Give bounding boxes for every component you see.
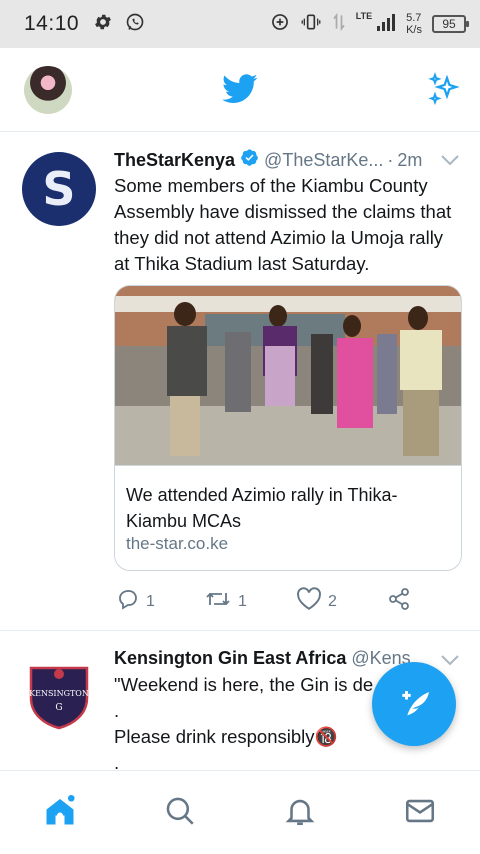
heart-icon xyxy=(296,587,322,616)
search-icon xyxy=(163,794,197,833)
compose-feather-icon xyxy=(394,682,434,727)
retweet-icon xyxy=(204,587,232,616)
network-type: LTE xyxy=(355,11,373,21)
compose-tweet-button[interactable] xyxy=(372,662,456,746)
tweet-author-name[interactable]: TheStarKenya xyxy=(114,150,235,171)
nav-home[interactable] xyxy=(40,793,80,833)
avatar-brand-text: KENSINGTON xyxy=(29,689,89,698)
tweet[interactable]: S TheStarKenya @TheStarKe... · 2m Some m… xyxy=(0,133,480,631)
data-transfer-icon xyxy=(332,12,346,37)
verified-badge-icon xyxy=(240,148,259,172)
retweet-button[interactable]: 1 xyxy=(204,587,247,616)
profile-avatar[interactable] xyxy=(24,66,72,114)
settings-gear-icon xyxy=(93,12,113,37)
tweet-actions: 1 1 2 xyxy=(116,587,436,615)
share-button[interactable] xyxy=(386,587,412,616)
tweet-author-avatar[interactable]: KENSINGTON G xyxy=(22,658,96,732)
reply-count: 1 xyxy=(146,592,155,610)
battery-icon: 95 xyxy=(432,15,469,33)
like-button[interactable]: 2 xyxy=(296,587,337,616)
link-card-title: We attended Azimio rally in Thika- Kiamb… xyxy=(126,485,398,531)
reply-button[interactable]: 1 xyxy=(116,587,155,616)
link-card-image xyxy=(115,286,461,466)
sparkle-timeline-icon[interactable] xyxy=(426,72,462,113)
tweet-separator: · xyxy=(387,149,394,170)
data-saver-icon xyxy=(270,12,290,37)
network-speed: 5.7 K/s xyxy=(406,12,422,36)
link-card-domain: the-star.co.ke xyxy=(126,534,229,553)
link-card[interactable]: We attended Azimio rally in Thika- Kiamb… xyxy=(114,285,462,571)
tweet-timestamp: 2m xyxy=(397,149,423,170)
chevron-down-icon[interactable] xyxy=(440,151,460,172)
tweet-text-line: . xyxy=(114,752,120,770)
tweet-author-avatar[interactable]: S xyxy=(22,152,96,226)
nav-messages[interactable] xyxy=(400,793,440,833)
battery-level: 95 xyxy=(442,17,456,31)
reply-icon xyxy=(116,587,140,616)
svg-text:G: G xyxy=(55,703,62,713)
app-header xyxy=(0,48,480,132)
tweet-author-handle[interactable]: @TheStarKe... xyxy=(264,150,383,171)
bottom-navigation xyxy=(0,770,480,854)
tweet-text: Some members of the Kiambu County Assemb… xyxy=(114,175,452,274)
tweet-author-name[interactable]: Kensington Gin East Africa xyxy=(114,648,346,669)
nav-search[interactable] xyxy=(160,793,200,833)
signal-strength-icon xyxy=(376,12,396,37)
network-speed-unit: K/s xyxy=(406,24,422,36)
notifications-bell-icon xyxy=(283,794,317,833)
chevron-down-icon[interactable] xyxy=(440,651,460,672)
avatar-letter: S xyxy=(42,162,76,216)
whatsapp-icon xyxy=(125,12,145,37)
vibrate-icon xyxy=(300,12,322,37)
nav-notifications[interactable] xyxy=(280,793,320,833)
network-speed-value: 5.7 xyxy=(406,12,422,24)
status-bar: 14:10 LTE 5.7 K/s 95 xyxy=(0,0,480,48)
retweet-count: 1 xyxy=(238,592,247,610)
like-count: 2 xyxy=(328,592,337,610)
status-time: 14:10 xyxy=(24,12,80,35)
home-icon xyxy=(42,793,78,834)
twitter-bird-icon xyxy=(222,74,258,109)
tweet-header: TheStarKenya @TheStarKe... · 2m xyxy=(114,148,460,172)
share-icon xyxy=(386,587,412,616)
messages-envelope-icon xyxy=(403,794,437,833)
